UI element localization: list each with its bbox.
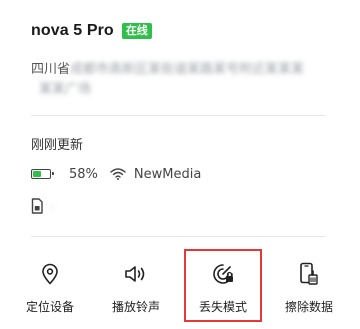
action-label: 播放铃声 (111, 300, 160, 314)
device-header: nova 5 Pro 在线 (31, 20, 152, 42)
speaker-icon (96, 260, 176, 288)
sim-info-blurred: · (51, 201, 55, 215)
location-pin-icon (10, 260, 90, 288)
address-detail-blurred: 成都市高新区某街道某路某号附近某某某 (70, 62, 305, 77)
action-label: 定位设备 (25, 300, 74, 314)
battery-icon (31, 169, 54, 179)
divider (31, 115, 326, 116)
action-bar: 定位设备 播放铃声 丢失模式 擦除数据 (0, 250, 360, 320)
address-province: 四川省 (31, 62, 71, 77)
erase-phone-icon (269, 260, 349, 288)
battery-fill (33, 171, 41, 177)
device-card: nova 5 Pro 在线 四川省成都市高新区某街道某路某号附近某某某 某某广场… (0, 0, 360, 329)
device-address: 四川省成都市高新区某街道某路某号附近某某某 某某广场 (31, 60, 321, 100)
sim-row: · (31, 198, 55, 218)
network-name: NewMedia (133, 166, 202, 182)
battery-percent: 58% (69, 166, 98, 182)
action-label: 丢失模式 (198, 300, 247, 314)
lost-mode-button[interactable]: 丢失模式 (183, 250, 263, 315)
play-ringtone-button[interactable]: 播放铃声 (96, 250, 176, 315)
locate-device-button[interactable]: 定位设备 (10, 250, 90, 315)
erase-data-button[interactable]: 擦除数据 (269, 250, 349, 315)
divider (31, 236, 326, 237)
action-label: 擦除数据 (284, 300, 333, 314)
device-name: nova 5 Pro (31, 22, 114, 39)
wifi-icon (110, 168, 126, 180)
sim-card-icon (31, 198, 43, 218)
last-updated: 刚刚更新 (31, 138, 84, 153)
address-detail-blurred-2: 某某广场 (39, 82, 92, 97)
status-badge: 在线 (121, 23, 152, 39)
status-row: 58% NewMedia (31, 164, 201, 184)
lost-mode-radar-icon (183, 260, 263, 288)
